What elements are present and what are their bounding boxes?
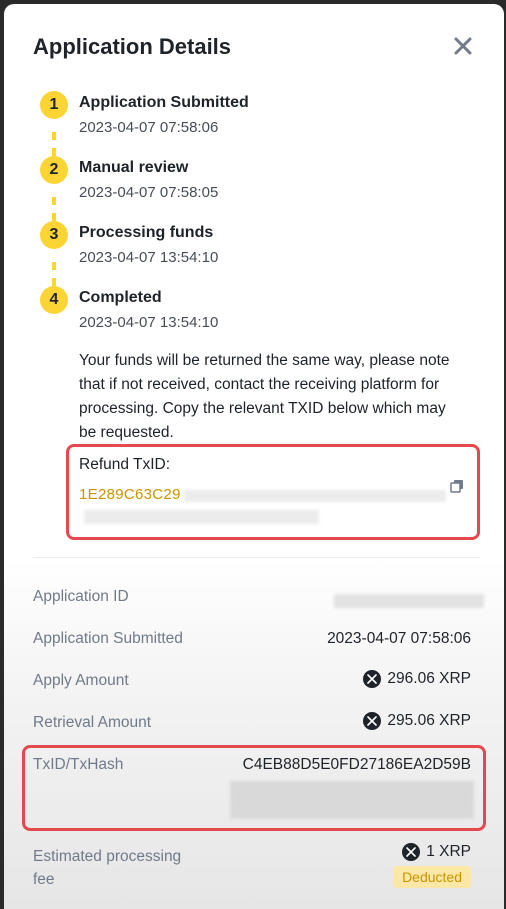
retrieval-amount-value: 295.06 XRP: [363, 712, 471, 730]
step-title: Application Submitted: [79, 94, 249, 111]
application-id-label: Application ID: [33, 588, 129, 605]
txid-label: TxID/TxHash: [33, 756, 124, 773]
step-connector: [52, 132, 60, 156]
step-number: 4: [40, 286, 68, 314]
step-number: 1: [40, 91, 68, 119]
step-connector: [52, 262, 60, 286]
fee-label-line1: Estimated processing: [33, 848, 182, 865]
redacted-txid: [184, 490, 446, 502]
apply-amount-value: 296.06 XRP: [363, 670, 471, 688]
refund-note: Your funds will be returned the same way…: [79, 352, 450, 441]
fee-label-line2: fee: [33, 871, 55, 888]
retrieval-amount-text: 295.06 XRP: [387, 712, 471, 729]
step-connector: [52, 197, 60, 221]
step-title: Completed: [79, 289, 162, 306]
step-time: 2023-04-07 07:58:05: [79, 184, 219, 201]
fee-text: 1 XRP: [426, 843, 471, 860]
fee-value: 1 XRP: [402, 843, 471, 861]
step-title: Processing funds: [79, 224, 214, 241]
redacted-application-id: [334, 594, 484, 608]
submitted-value: 2023-04-07 07:58:06: [327, 630, 471, 648]
xrp-icon: [402, 843, 421, 861]
step-number: 3: [40, 221, 68, 249]
retrieval-amount-label: Retrieval Amount: [33, 714, 152, 731]
refund-txid-label: Refund TxID:: [79, 456, 171, 473]
step-time: 2023-04-07 13:54:10: [79, 314, 219, 331]
txid-text: C4EB88D5E0FD27186EA2D59B: [242, 756, 471, 773]
section-divider: [33, 557, 480, 558]
page-title: Application Details: [33, 34, 232, 59]
redacted-txid: [230, 781, 474, 819]
step-title: Manual review: [79, 159, 189, 176]
application-details-sheet: Application Details 1 Application Submit…: [4, 4, 504, 909]
apply-amount-text: 296.06 XRP: [387, 670, 471, 687]
fee-label: Estimated processing fee: [33, 845, 181, 891]
refund-txid-value[interactable]: 1E289C63C29: [79, 486, 181, 503]
txid-value[interactable]: C4EB88D5E0FD27186EA2D59B: [243, 756, 471, 774]
submitted-label: Application Submitted: [33, 630, 183, 647]
step-time: 2023-04-07 13:54:10: [79, 249, 219, 266]
deducted-badge: Deducted: [393, 866, 471, 888]
apply-amount-label: Apply Amount: [33, 672, 129, 689]
step-number: 2: [40, 156, 68, 184]
step-time: 2023-04-07 07:58:06: [79, 119, 219, 136]
copy-icon[interactable]: [450, 479, 464, 493]
xrp-icon: [363, 712, 382, 730]
xrp-icon: [363, 670, 382, 688]
submitted-time: 2023-04-07 07:58:06: [327, 630, 471, 647]
close-icon[interactable]: [451, 34, 475, 58]
redacted-txid: [84, 510, 319, 524]
